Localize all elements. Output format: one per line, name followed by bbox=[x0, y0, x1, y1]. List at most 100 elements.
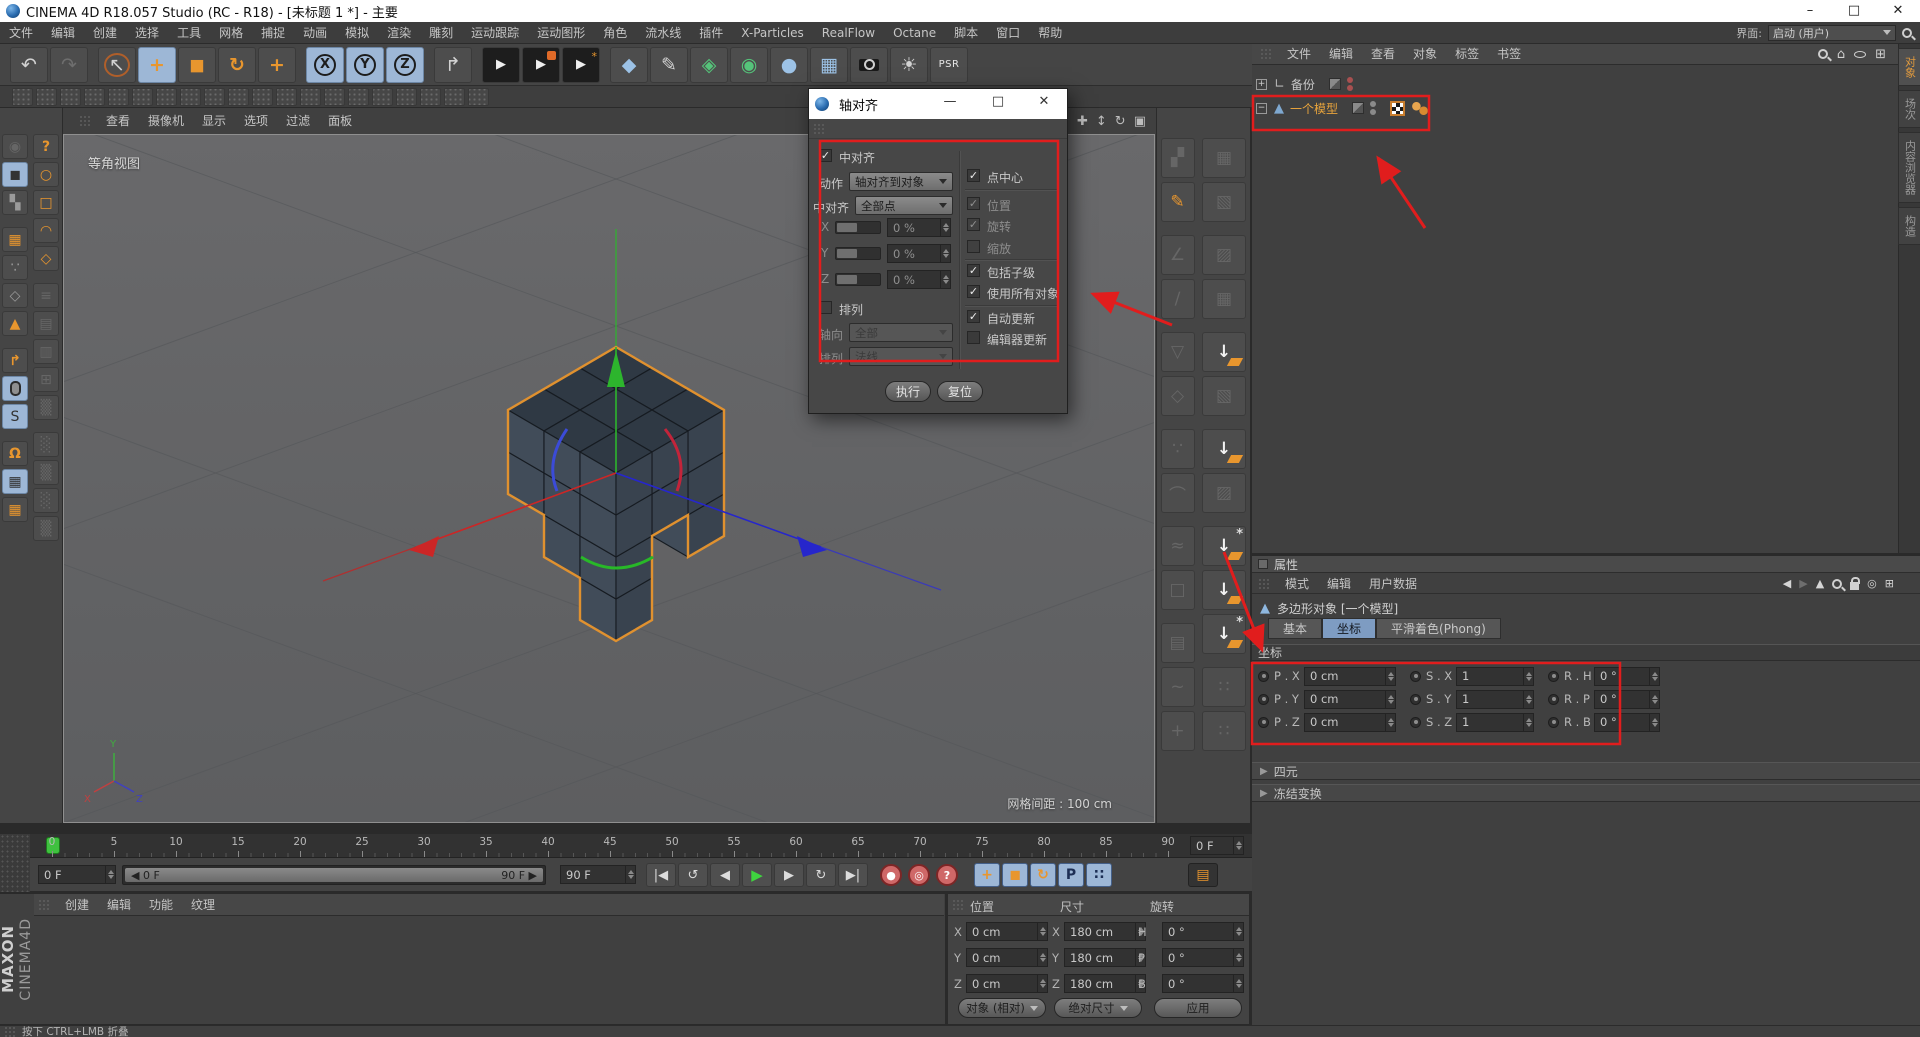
autokey-button[interactable]: ◎ bbox=[908, 864, 930, 886]
melt-button[interactable]: ▧ bbox=[1202, 376, 1246, 416]
new-panel-icon[interactable]: ⊞ bbox=[1885, 577, 1894, 590]
tool-icon[interactable] bbox=[372, 88, 393, 106]
timeline-ruler[interactable]: 0 F 051015202530354045505560657075808590 bbox=[30, 834, 1252, 858]
coordinate-field[interactable]: 0 cm bbox=[966, 974, 1048, 993]
tool-icon[interactable] bbox=[396, 88, 417, 106]
expand-toggle[interactable]: + bbox=[1256, 79, 1267, 90]
position-mode-dropdown[interactable]: 对象 (相对) bbox=[958, 998, 1046, 1018]
home-icon[interactable]: ⌂ bbox=[1837, 47, 1845, 62]
reset-button[interactable]: 复位 bbox=[937, 381, 983, 402]
tool-icon[interactable] bbox=[228, 88, 249, 106]
keyframe-circle-icon[interactable] bbox=[1258, 671, 1269, 682]
coordinate-field[interactable]: 0 ° bbox=[1162, 948, 1244, 967]
stepper-icon[interactable] bbox=[1649, 691, 1659, 708]
r-value-field[interactable]: 0 ° bbox=[1594, 667, 1660, 686]
interface-dropdown[interactable]: 启动 (用户) bbox=[1768, 25, 1896, 41]
object-name[interactable]: 一个模型 bbox=[1290, 100, 1338, 117]
move-tool[interactable]: + bbox=[138, 47, 176, 83]
zoom-view-icon[interactable]: ↕ bbox=[1096, 114, 1107, 129]
keyframe-circle-icon[interactable] bbox=[1258, 694, 1269, 705]
attribute-tab[interactable]: 平滑着色(Phong) bbox=[1376, 618, 1501, 639]
undo-button[interactable]: ↶ bbox=[10, 47, 48, 83]
record-rotation-toggle[interactable]: ↻ bbox=[1030, 863, 1056, 887]
attribute-tab[interactable]: 基本 bbox=[1268, 618, 1322, 639]
s-value-field[interactable]: 1 bbox=[1456, 690, 1534, 709]
attribute-tab[interactable]: 坐标 bbox=[1322, 618, 1376, 639]
psr-button[interactable]: PSR bbox=[930, 47, 968, 83]
untriangulate-button[interactable]: ▦ bbox=[1202, 138, 1246, 178]
s-value-field[interactable]: 1 bbox=[1456, 667, 1534, 686]
weld-button[interactable]: ▤ bbox=[1161, 623, 1195, 663]
r-value-field[interactable]: 0 ° bbox=[1594, 713, 1660, 732]
stepper-icon[interactable] bbox=[1233, 923, 1243, 940]
keyframe-circle-icon[interactable] bbox=[1410, 694, 1421, 705]
close-hole-button[interactable]: □ bbox=[1161, 570, 1195, 610]
close-button[interactable]: ✕ bbox=[1876, 0, 1920, 22]
p-value-field[interactable]: 0 cm bbox=[1304, 667, 1396, 686]
manager-tab[interactable]: 构造 bbox=[1898, 207, 1920, 245]
expand-toggle[interactable]: − bbox=[1256, 103, 1267, 114]
iron-button[interactable]: ~ bbox=[1161, 667, 1195, 707]
lock-x-axis-button[interactable]: X bbox=[306, 47, 344, 83]
manager-tab[interactable]: 对象 bbox=[1898, 48, 1920, 86]
object-manager-menu-item[interactable]: 对象 bbox=[1404, 43, 1446, 65]
optimize-button[interactable]: ▨ bbox=[1202, 473, 1246, 513]
keyframe-circle-icon[interactable] bbox=[1410, 671, 1421, 682]
last-used-tool[interactable]: + bbox=[258, 47, 296, 83]
manager-tab[interactable]: 内容浏览器 bbox=[1898, 132, 1920, 203]
tool-icon[interactable] bbox=[348, 88, 369, 106]
stepper-icon[interactable] bbox=[1233, 949, 1243, 966]
subdivision-surface-button[interactable]: ◈ bbox=[690, 47, 728, 83]
object-manager-menu-item[interactable]: 标签 bbox=[1446, 43, 1488, 65]
optimize-settings-button[interactable]: ↓ bbox=[1202, 614, 1246, 654]
object-manager-menu-item[interactable]: 编辑 bbox=[1320, 43, 1362, 65]
viewport-solo-button[interactable] bbox=[2, 376, 28, 401]
mesh-tool-button-4[interactable]: ⊞ bbox=[33, 367, 59, 392]
menu-item[interactable]: 窗口 bbox=[987, 26, 1029, 40]
tool-icon[interactable] bbox=[444, 88, 465, 106]
align-slider[interactable] bbox=[835, 273, 881, 286]
drag-handle[interactable] bbox=[1258, 578, 1270, 590]
center-align-checkbox[interactable]: ✓ bbox=[819, 149, 832, 162]
rotate-tool[interactable]: ↻ bbox=[218, 47, 256, 83]
menu-item[interactable]: 插件 bbox=[690, 26, 732, 40]
menu-item[interactable]: 模拟 bbox=[336, 26, 378, 40]
dialog-minimize-button[interactable]: — bbox=[937, 94, 963, 114]
bridge-button[interactable]: ⌒ bbox=[1161, 473, 1195, 513]
viewport-menu-item[interactable]: 查看 bbox=[97, 110, 139, 132]
object-manager-menu-item[interactable]: 书签 bbox=[1488, 43, 1530, 65]
search-icon[interactable] bbox=[1902, 28, 1912, 38]
menu-item[interactable]: 文件 bbox=[0, 26, 42, 40]
make-editable-button[interactable]: ◉ bbox=[2, 134, 28, 159]
tool-icon[interactable] bbox=[36, 88, 57, 106]
next-frame-button[interactable]: ▶ bbox=[774, 863, 804, 887]
viewport-menu-item[interactable]: 摄像机 bbox=[139, 110, 193, 132]
parent-object-icon[interactable]: ▲ bbox=[1816, 577, 1824, 590]
tool-icon[interactable] bbox=[252, 88, 273, 106]
stepper-icon[interactable] bbox=[1649, 714, 1659, 731]
scale-tool[interactable]: ◼ bbox=[178, 47, 216, 83]
menu-item[interactable]: 雕刻 bbox=[420, 26, 462, 40]
split-button[interactable]: ▨ bbox=[1202, 235, 1246, 275]
stepper-icon[interactable] bbox=[1523, 668, 1533, 685]
edges-mode-button[interactable]: ◇ bbox=[2, 283, 28, 308]
play-button[interactable]: ▶ bbox=[742, 863, 772, 887]
menu-item[interactable]: 创建 bbox=[84, 26, 126, 40]
dialog-title-bar[interactable]: 轴对齐 — □ ✕ bbox=[809, 89, 1067, 119]
stepper-icon[interactable] bbox=[1037, 975, 1047, 992]
mesh-tool-button-3[interactable]: ▥ bbox=[33, 339, 59, 364]
history-forward-icon[interactable]: ▶ bbox=[1799, 577, 1807, 590]
tool-icon[interactable] bbox=[60, 88, 81, 106]
tool-icon[interactable] bbox=[12, 88, 33, 106]
current-frame-spinner[interactable]: 0 F bbox=[1190, 836, 1244, 855]
menu-item[interactable]: Octane bbox=[884, 26, 945, 40]
tool-icon[interactable] bbox=[324, 88, 345, 106]
stepper-icon[interactable] bbox=[1385, 691, 1395, 708]
magnet-tool-button[interactable]: + bbox=[1161, 711, 1195, 751]
stepper-icon[interactable] bbox=[1037, 949, 1047, 966]
camera-button[interactable] bbox=[850, 47, 888, 83]
visibility-filter-icon[interactable] bbox=[1854, 51, 1866, 58]
menu-item[interactable]: 帮助 bbox=[1029, 26, 1071, 40]
menu-item[interactable]: 工具 bbox=[168, 26, 210, 40]
manager-tab[interactable]: 场次 bbox=[1898, 90, 1920, 128]
